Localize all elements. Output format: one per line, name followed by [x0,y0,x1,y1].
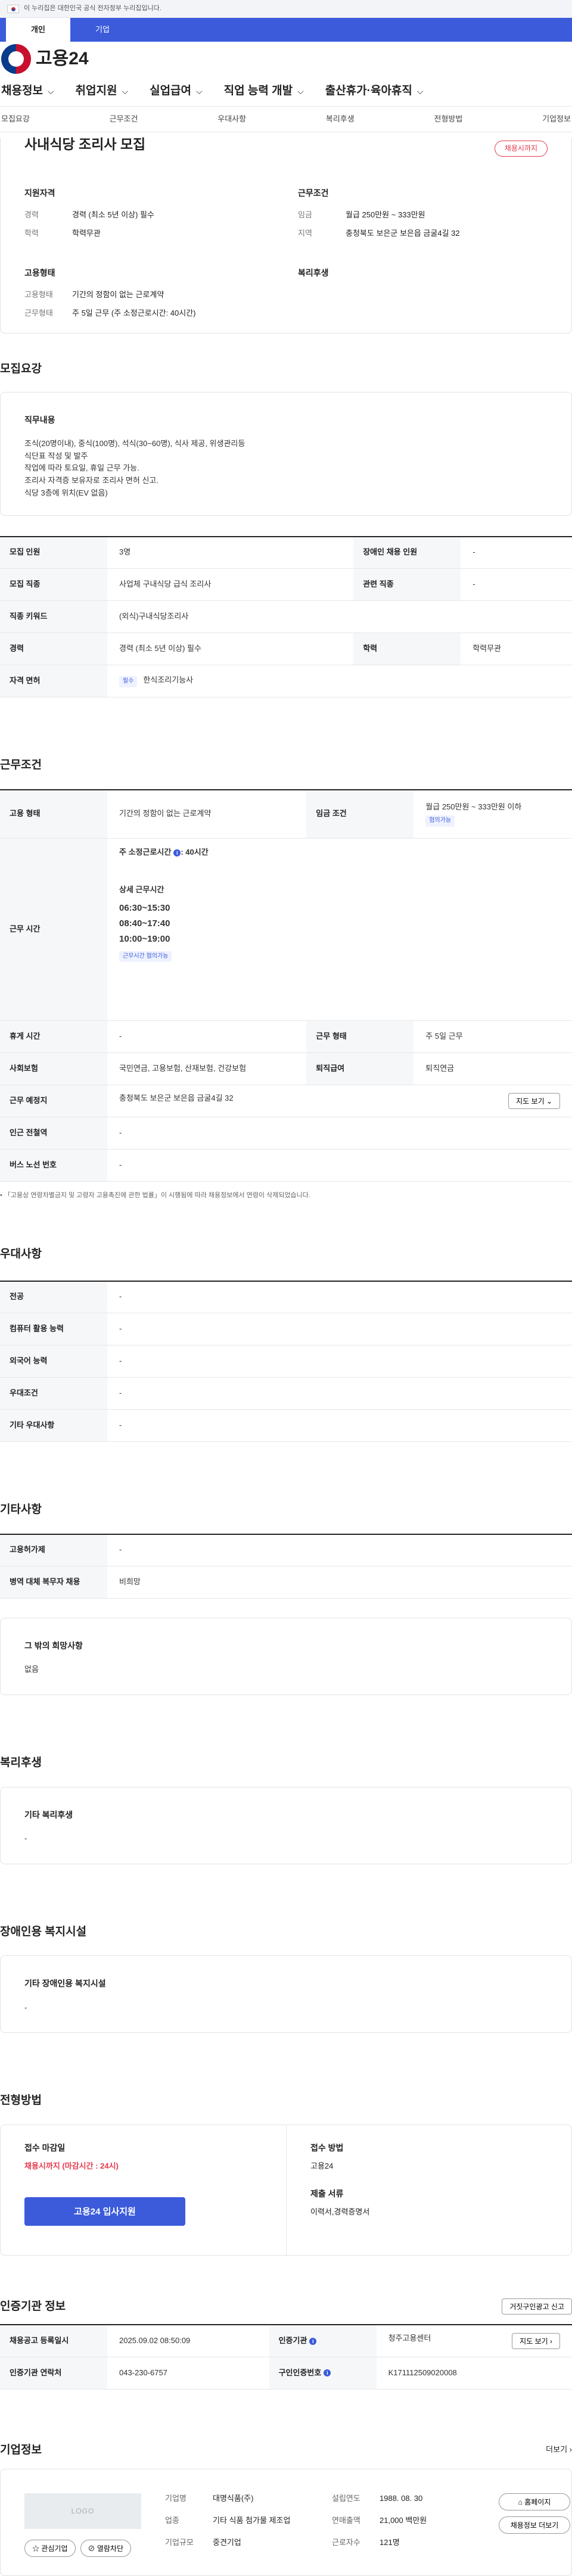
chevron-down-icon: ⌵ [416,86,424,96]
taegeuk-logo-icon [1,44,31,74]
chevron-down-icon: ⌵ [297,86,304,96]
table-row: 근무 시간 주 소정근로시간 i: 40시간 상세 근무시간 06:30~15:3… [0,838,572,1021]
summary-qualification: 지원자격 경력 경력 (최소 5년 이상) 필수 학력 학력무관 [24,188,154,238]
summary-employment: 고용형태 고용형태 기간의 정함이 없는 근로계약 근무형태 주 5일 근무 (주 … [24,267,196,318]
map-toggle-button[interactable]: 지도 보기 ⌄ [508,1093,560,1110]
company-more-link[interactable]: 더보기 › [546,2444,572,2456]
time-slot: 10:00~19:00 [119,934,170,945]
table-row: 사회보험 국민연금, 고용보험, 산재보험, 건강보험 퇴직급여 퇴직연금 [0,1052,572,1086]
time-negotiable-chip: 근무시간 협의가능 [119,951,172,963]
info-icon[interactable]: i [173,849,181,856]
nav-employment-support[interactable]: 취업지원 ⌵ [76,83,129,99]
company-logo: LOGO [24,2493,141,2530]
section-title-work: 근무조건 [0,759,42,772]
agency-table: 채용공고 등록일시 2025.09.02 08:50:09 인증기관 i 청주고용센터 지… [0,2324,572,2390]
deadline-value: 채용시까지 (마감시간 : 24시) [24,2161,119,2171]
company-card: LOGO ☆ 관심기업 ⊘ 열람차단 기업명 대명식품(주) 설립연도 1988. … [0,2469,572,2576]
etc-hope-box: 그 밖의 희망사항 없음 [0,1618,572,1696]
table-row: 컴퓨터 활용 능력 - [0,1313,572,1346]
korea-flag-icon [7,4,19,13]
nav-unemployment-benefit[interactable]: 실업급여 ⌵ [150,83,203,99]
time-slot: 08:40~17:40 [119,918,170,929]
table-row: 병역 대체 복무자 채용 비희망 [0,1566,572,1599]
tab-work[interactable]: 근무조건 [110,114,138,125]
tab-pref[interactable]: 우대사항 [217,114,246,125]
section-title-recruit: 모집요강 [0,363,42,375]
chevron-down-icon: ⌵ [122,86,129,96]
homepage-button[interactable]: ⌂ 홈페이지 [499,2493,570,2511]
time-slot: 06:30~15:30 [119,902,170,913]
apply-button[interactable]: 고용24 입사지원 [24,2197,185,2226]
gov-banner-text: 이 누리집은 대한민국 공식 전자정부 누리집입니다. [24,4,161,12]
chevron-down-icon: ⌵ [47,86,54,96]
more-jobs-button[interactable]: 채용정보 더보기 [499,2516,570,2534]
nav-skill-development[interactable]: 직업 능력 개발 ⌵ [224,83,304,99]
report-fake-ad-button[interactable]: 거짓구인광고 신고 [502,2298,572,2315]
block-company-button[interactable]: ⊘ 열람차단 [80,2540,131,2558]
summary-welfare: 복리후생 [298,267,329,278]
tab-personal[interactable]: 개인 [6,18,70,42]
company-details: 기업명 대명식품(주) 설립연도 1988. 08. 30 업종 기타 식품 첨가물 … [165,2494,427,2547]
summary-conditions: 근무조건 임금 월급 250만원 ~ 333만원 지역 충청북도 보은군 보은읍 금… [298,188,460,238]
job-summary-card: 사내식당 조리사 모집 채용시까지 지원자격 경력 경력 (최소 5년 이상) 필… [0,136,572,334]
table-row: 경력 경력 (최소 5년 이상) 필수 학력 학력무관 [0,633,572,666]
nav-parental-leave[interactable]: 출산휴가·육아휴직 ⌵ [325,83,424,99]
duty-content: 조식(20명이내), 중식(100명), 석식(30~60명), 식사 제공, … [24,438,245,498]
section-title-disabled: 장애인용 복지시설 [0,1925,87,1938]
section-title-agency: 인증기관 정보 [0,2300,66,2313]
table-row: 전공 - [0,1281,572,1314]
table-row: 휴게 시간 - 근무 형태 주 5일 근무 [0,1020,572,1054]
section-title-company: 기업정보 [0,2443,42,2456]
logo[interactable]: 고용24 [0,42,572,76]
disabled-box: 기타 장애인용 복지시설 - [0,1955,572,2033]
duty-heading: 직무내용 [24,415,55,425]
screening-card: 접수 마감일 채용시까지 (마감시간 : 24시) 고용24 입사지원 접수 방… [0,2124,572,2256]
section-title-screening: 전형방법 [0,2094,42,2107]
status-badge: 채용시까지 [494,141,548,157]
table-row: 직종 키워드 (외식)구내식당조리사 [0,600,572,634]
main-nav: 채용정보 ⌵ 취업지원 ⌵ 실업급여 ⌵ 직업 능력 개발 ⌵ 출산휴가·육아휴직 ⌵ [0,76,572,106]
table-row: 외국어 능력 - [0,1345,572,1378]
etc-table: 고용허가제 - 병역 대체 복무자 채용 비희망 [0,1533,572,1599]
agency-map-button[interactable]: 지도 보기 › [512,2333,560,2350]
info-icon[interactable]: i [309,2337,317,2345]
pref-table: 전공 - 컴퓨터 활용 능력 - 외국어 능력 - 우대조건 - 기타 우대사항 - [0,1280,572,1443]
table-row: 근무 예정지 충청북도 보은군 보은읍 금굴4길 32 지도 보기 ⌄ [0,1085,572,1118]
tab-company[interactable]: 기업 [70,18,135,42]
logo-text: 고용24 [36,49,89,69]
chevron-down-icon: ⌵ [196,86,203,96]
section-tabbar: 모집요강 근무조건 우대사항 복리후생 전형방법 기업정보 [0,106,572,132]
tab-company[interactable]: 기업정보 [542,114,571,125]
table-row: 모집 직종 사업체 구내식당 급식 조리사 관련 직종 - [0,568,572,602]
job-title: 사내식당 조리사 모집 [24,136,146,152]
table-row: 고용허가제 - [0,1534,572,1567]
duty-box: 직무내용 조식(20명이내), 중식(100명), 석식(30~60명), 식사… [0,391,572,516]
tab-recruit[interactable]: 모집요강 [1,114,30,125]
favorite-company-button[interactable]: ☆ 관심기업 [24,2540,76,2558]
tab-screening[interactable]: 전형방법 [434,114,463,125]
section-title-etc: 기타사항 [0,1503,42,1516]
tab-welfare[interactable]: 복리후생 [326,114,355,125]
welfare-box: 기타 복리후생 - [0,1786,572,1864]
required-chip: 필수 [119,676,138,687]
recruit-table: 모집 인원 3명 장애인 채용 인원 - 모집 직종 사업체 구내식당 급식 조리사 관련… [0,535,572,698]
table-row: 모집 인원 3명 장애인 채용 인원 - [0,536,572,569]
negotiable-chip: 협의가능 [425,815,455,827]
work-table: 고용 형태 기간의 정함이 없는 근로계약 임금 조건 월급 250만원 ~ 333만… [0,789,572,1182]
table-row: 인증기관 연락처 043-230-6757 구인인증번호 i K171112509020… [0,2357,572,2390]
table-row: 기타 우대사항 - [0,1409,572,1443]
nav-jobs[interactable]: 채용정보 ⌵ [1,83,54,99]
table-row: 고용 형태 기간의 정함이 없는 근로계약 임금 조건 월급 250만원 ~ 333만… [0,789,572,839]
age-note: • 「고용상 연령차별금지 및 고령자 고용촉진에 관한 법률」이 시행됨에 따… [0,1192,310,1200]
section-title-pref: 우대사항 [0,1248,42,1261]
table-row: 우대조건 - [0,1377,572,1410]
user-type-tabs: 개인 기업 [0,18,572,42]
section-title-welfare: 복리후생 [0,1756,42,1770]
info-icon[interactable]: i [324,2369,331,2377]
table-row: 버스 노선 번호 - [0,1149,572,1182]
table-row: 인근 전철역 - [0,1117,572,1150]
table-row: 채용공고 등록일시 2025.09.02 08:50:09 인증기관 i 청주고용센터 지… [0,2325,572,2357]
table-row: 자격 면허 필수 한식조리기능사 [0,665,572,698]
gov-banner: 이 누리집은 대한민국 공식 전자정부 누리집입니다. [0,0,572,18]
